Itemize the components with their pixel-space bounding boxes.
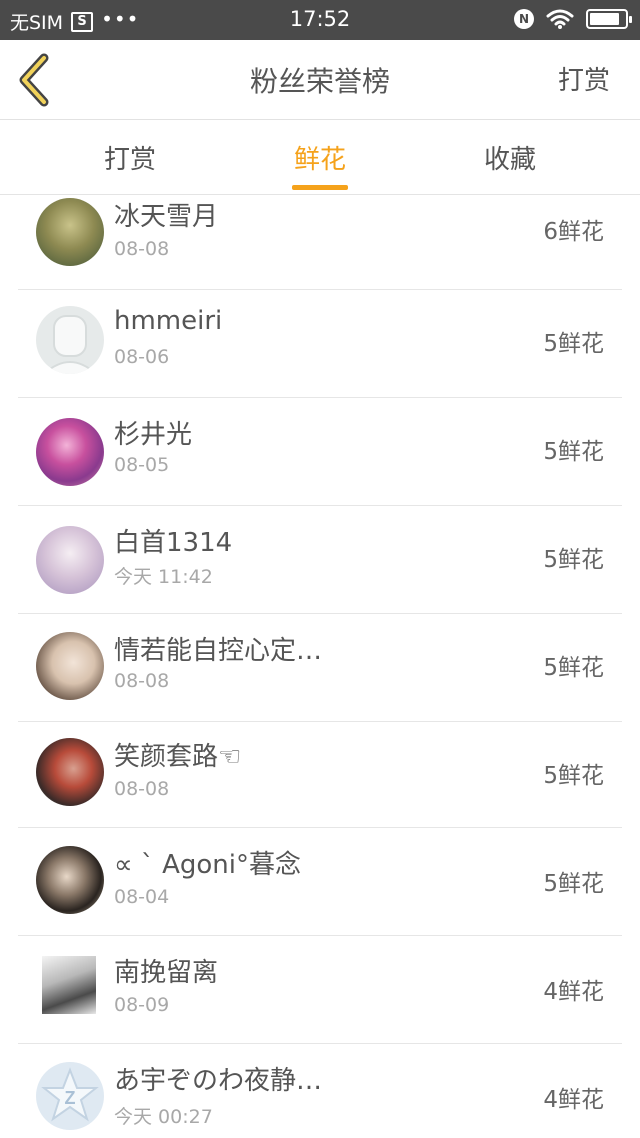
avatar	[36, 632, 104, 700]
fan-name: 冰天雪月	[114, 202, 219, 232]
active-tab-indicator	[292, 185, 348, 190]
default-user-icon	[43, 315, 97, 374]
flower-count: 5鲜花	[543, 331, 604, 357]
list-item[interactable]: 笑颜套路☜ 08-08 5鲜花	[18, 720, 622, 828]
tab-flowers-label: 鲜花	[293, 145, 346, 175]
avatar	[36, 306, 104, 374]
reward-action-button[interactable]: 打赏	[558, 60, 610, 97]
fan-date: 08-05	[114, 454, 170, 476]
flower-count: 6鲜花	[543, 219, 604, 245]
fan-date: 08-08	[114, 238, 170, 260]
flower-count: 5鲜花	[543, 439, 604, 465]
nfc-icon: N	[514, 9, 534, 29]
tab-flowers[interactable]: 鲜花	[260, 139, 380, 190]
status-right: N	[514, 8, 632, 30]
flower-count: 5鲜花	[543, 871, 604, 897]
battery-level-fill	[590, 13, 619, 25]
fan-name: 情若能自控心定…	[114, 636, 323, 666]
flower-count: 4鲜花	[543, 1087, 604, 1113]
title-bar: 粉丝荣誉榜 打赏	[0, 40, 640, 120]
fan-date: 08-06	[114, 346, 170, 368]
flower-count: 5鲜花	[543, 655, 604, 681]
list-item[interactable]: ∝ ˋ Agoni°暮念 08-04 5鲜花	[18, 828, 622, 936]
star-logo-icon: Z	[41, 1067, 99, 1122]
avatar	[36, 198, 104, 266]
fan-date: 今天 00:27	[114, 1106, 213, 1128]
fan-date: 08-04	[114, 886, 170, 908]
flower-count: 4鲜花	[543, 979, 604, 1005]
avatar	[36, 526, 104, 594]
tab-reward[interactable]: 打赏	[70, 139, 190, 176]
avatar	[36, 738, 104, 806]
list-item[interactable]: 南挽留离 08-09 4鲜花	[18, 936, 622, 1044]
fan-name: hmmeiri	[114, 306, 223, 336]
list-item[interactable]: 情若能自控心定… 08-08 5鲜花	[18, 614, 622, 722]
fan-name: ∝ ˋ Agoni°暮念	[114, 850, 302, 880]
fan-date: 08-08	[114, 670, 170, 692]
fan-name: あ宇ぞのわ夜静…	[114, 1066, 323, 1096]
svg-text:Z: Z	[65, 1088, 76, 1108]
tab-bar: 打赏 鲜花 收藏	[0, 121, 640, 195]
list-item[interactable]: 冰天雪月 08-08 6鲜花	[18, 196, 622, 290]
list-item[interactable]: hmmeiri 08-06 5鲜花	[18, 290, 622, 398]
avatar	[42, 956, 96, 1014]
page-title: 粉丝荣誉榜	[249, 65, 390, 98]
fan-date: 08-08	[114, 778, 170, 800]
fan-name: 白首1314	[114, 528, 233, 558]
fan-name: 笑颜套路☜	[114, 742, 242, 772]
avatar: Z	[36, 1062, 104, 1130]
fan-date: 08-09	[114, 994, 170, 1016]
avatar	[36, 846, 104, 914]
flower-count: 5鲜花	[543, 763, 604, 789]
wifi-icon	[546, 9, 574, 29]
avatar	[36, 418, 104, 486]
list-item[interactable]: Z あ宇ぞのわ夜静… 今天 00:27 4鲜花	[18, 1044, 622, 1138]
fan-date: 今天 11:42	[114, 566, 213, 588]
list-item[interactable]: 杉井光 08-05 5鲜花	[18, 398, 622, 506]
fan-ranking-list: 冰天雪月 08-08 6鲜花 hmmeiri 08-06 5鲜花 杉井光 08-…	[18, 196, 622, 1138]
fan-name: 南挽留离	[114, 958, 219, 988]
list-item[interactable]: 白首1314 今天 11:42 5鲜花	[18, 506, 622, 614]
battery-icon	[586, 9, 632, 29]
status-bar: 无SIM S ••• 17:52 N	[0, 0, 640, 40]
tab-favorites[interactable]: 收藏	[450, 139, 570, 176]
fan-name: 杉井光	[114, 420, 193, 450]
flower-count: 5鲜花	[543, 547, 604, 573]
